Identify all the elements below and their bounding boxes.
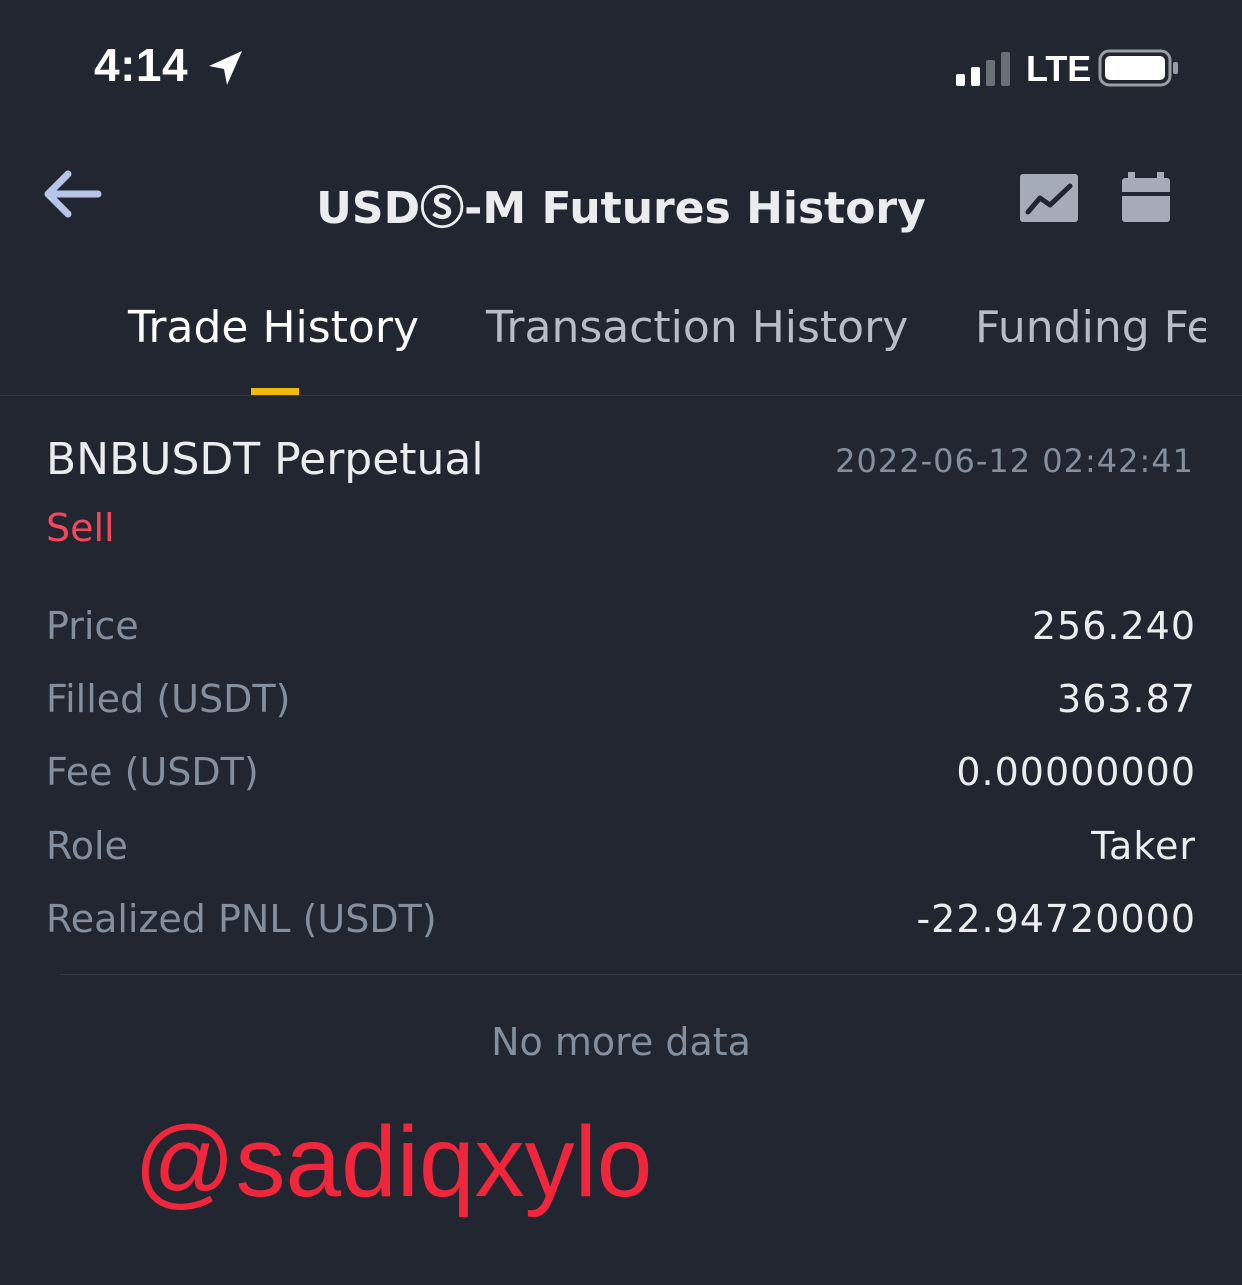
trade-record[interactable]: BNBUSDT Perpetual 2022-06-12 02:42:41 Se…	[0, 396, 1242, 976]
detail-label: Realized PNL (USDT)	[46, 897, 437, 941]
battery-icon	[1098, 49, 1178, 87]
tab-funding-fee[interactable]: Funding Fe	[975, 302, 1206, 353]
detail-value: 363.87	[1057, 677, 1196, 721]
active-tab-indicator	[251, 388, 299, 395]
history-tabs: ry Trade History Transaction History Fun…	[0, 280, 1242, 396]
status-time: 4:14	[94, 39, 189, 91]
detail-row-role: Role Taker	[46, 824, 1196, 874]
tab-transaction-history[interactable]: Transaction History	[486, 302, 908, 353]
divider	[60, 974, 1242, 975]
detail-row-price: Price 256.240	[46, 604, 1196, 654]
detail-value: -22.94720000	[916, 897, 1196, 941]
calendar-icon	[1122, 172, 1170, 222]
tab-trade-history[interactable]: Trade History	[128, 302, 419, 353]
detail-value: 0.00000000	[956, 750, 1196, 794]
detail-row-realized-pnl: Realized PNL (USDT) -22.94720000	[46, 897, 1196, 947]
detail-row-filled: Filled (USDT) 363.87	[46, 677, 1196, 727]
tab-label: Funding Fe	[975, 302, 1206, 353]
contract-symbol: BNBUSDT Perpetual	[46, 434, 484, 485]
trade-side-badge: Sell	[46, 506, 115, 550]
detail-label: Fee (USDT)	[46, 750, 259, 794]
detail-row-fee: Fee (USDT) 0.00000000	[46, 750, 1196, 800]
cellular-signal-icon	[956, 52, 1010, 86]
no-more-data-label: No more data	[491, 1020, 751, 1064]
tab-label: Trade History	[128, 302, 419, 353]
tabs-scroll-area[interactable]: ry Trade History Transaction History Fun…	[34, 280, 1206, 395]
network-type: LTE	[1026, 48, 1092, 89]
trade-timestamp: 2022-06-12 02:42:41	[835, 442, 1194, 480]
detail-value: 256.240	[1031, 604, 1196, 648]
chart-button[interactable]	[1020, 174, 1078, 222]
calendar-button[interactable]	[1120, 172, 1172, 222]
detail-label: Role	[46, 824, 128, 868]
watermark-text: @sadiqxylo	[134, 1106, 653, 1218]
detail-label: Filled (USDT)	[46, 677, 291, 721]
status-bar: 4:14 LTE	[0, 0, 1242, 130]
chart-icon	[1020, 174, 1078, 222]
tab-label: Transaction History	[486, 302, 909, 353]
detail-label: Price	[46, 604, 139, 648]
detail-value: Taker	[1091, 824, 1196, 868]
app-header: USDⓈ-M Futures History	[0, 150, 1242, 250]
location-arrow-icon	[209, 51, 242, 85]
